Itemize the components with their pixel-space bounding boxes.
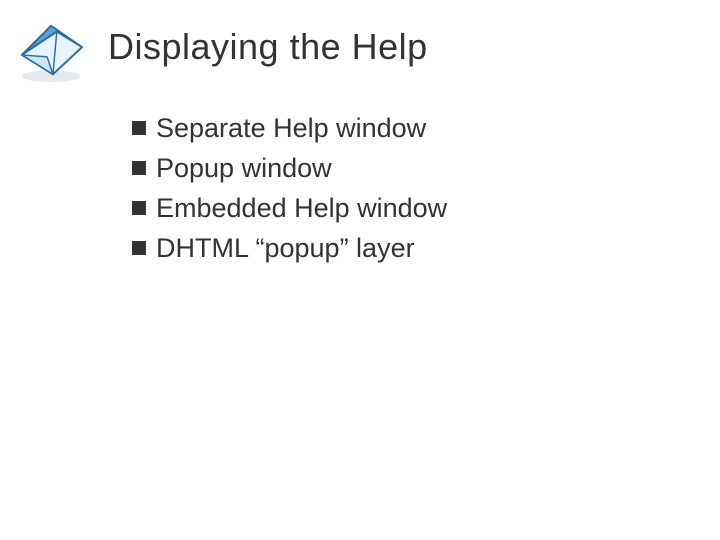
- list-item-text: Embedded Help window: [156, 190, 447, 226]
- list-item: Separate Help window: [132, 110, 680, 146]
- list-item: Embedded Help window: [132, 190, 680, 226]
- list-item: Popup window: [132, 150, 680, 186]
- bullet-list: Separate Help window Popup window Embedd…: [132, 110, 680, 270]
- square-bullet-icon: [132, 201, 146, 215]
- list-item: DHTML “popup” layer: [132, 230, 680, 266]
- square-bullet-icon: [132, 161, 146, 175]
- square-bullet-icon: [132, 121, 146, 135]
- slide: Displaying the Help Separate Help window…: [0, 0, 720, 540]
- list-item-text: Separate Help window: [156, 110, 426, 146]
- list-item-text: DHTML “popup” layer: [156, 230, 415, 266]
- list-item-text: Popup window: [156, 150, 332, 186]
- logo-icon: [12, 18, 90, 86]
- square-bullet-icon: [132, 241, 146, 255]
- slide-title: Displaying the Help: [108, 26, 428, 68]
